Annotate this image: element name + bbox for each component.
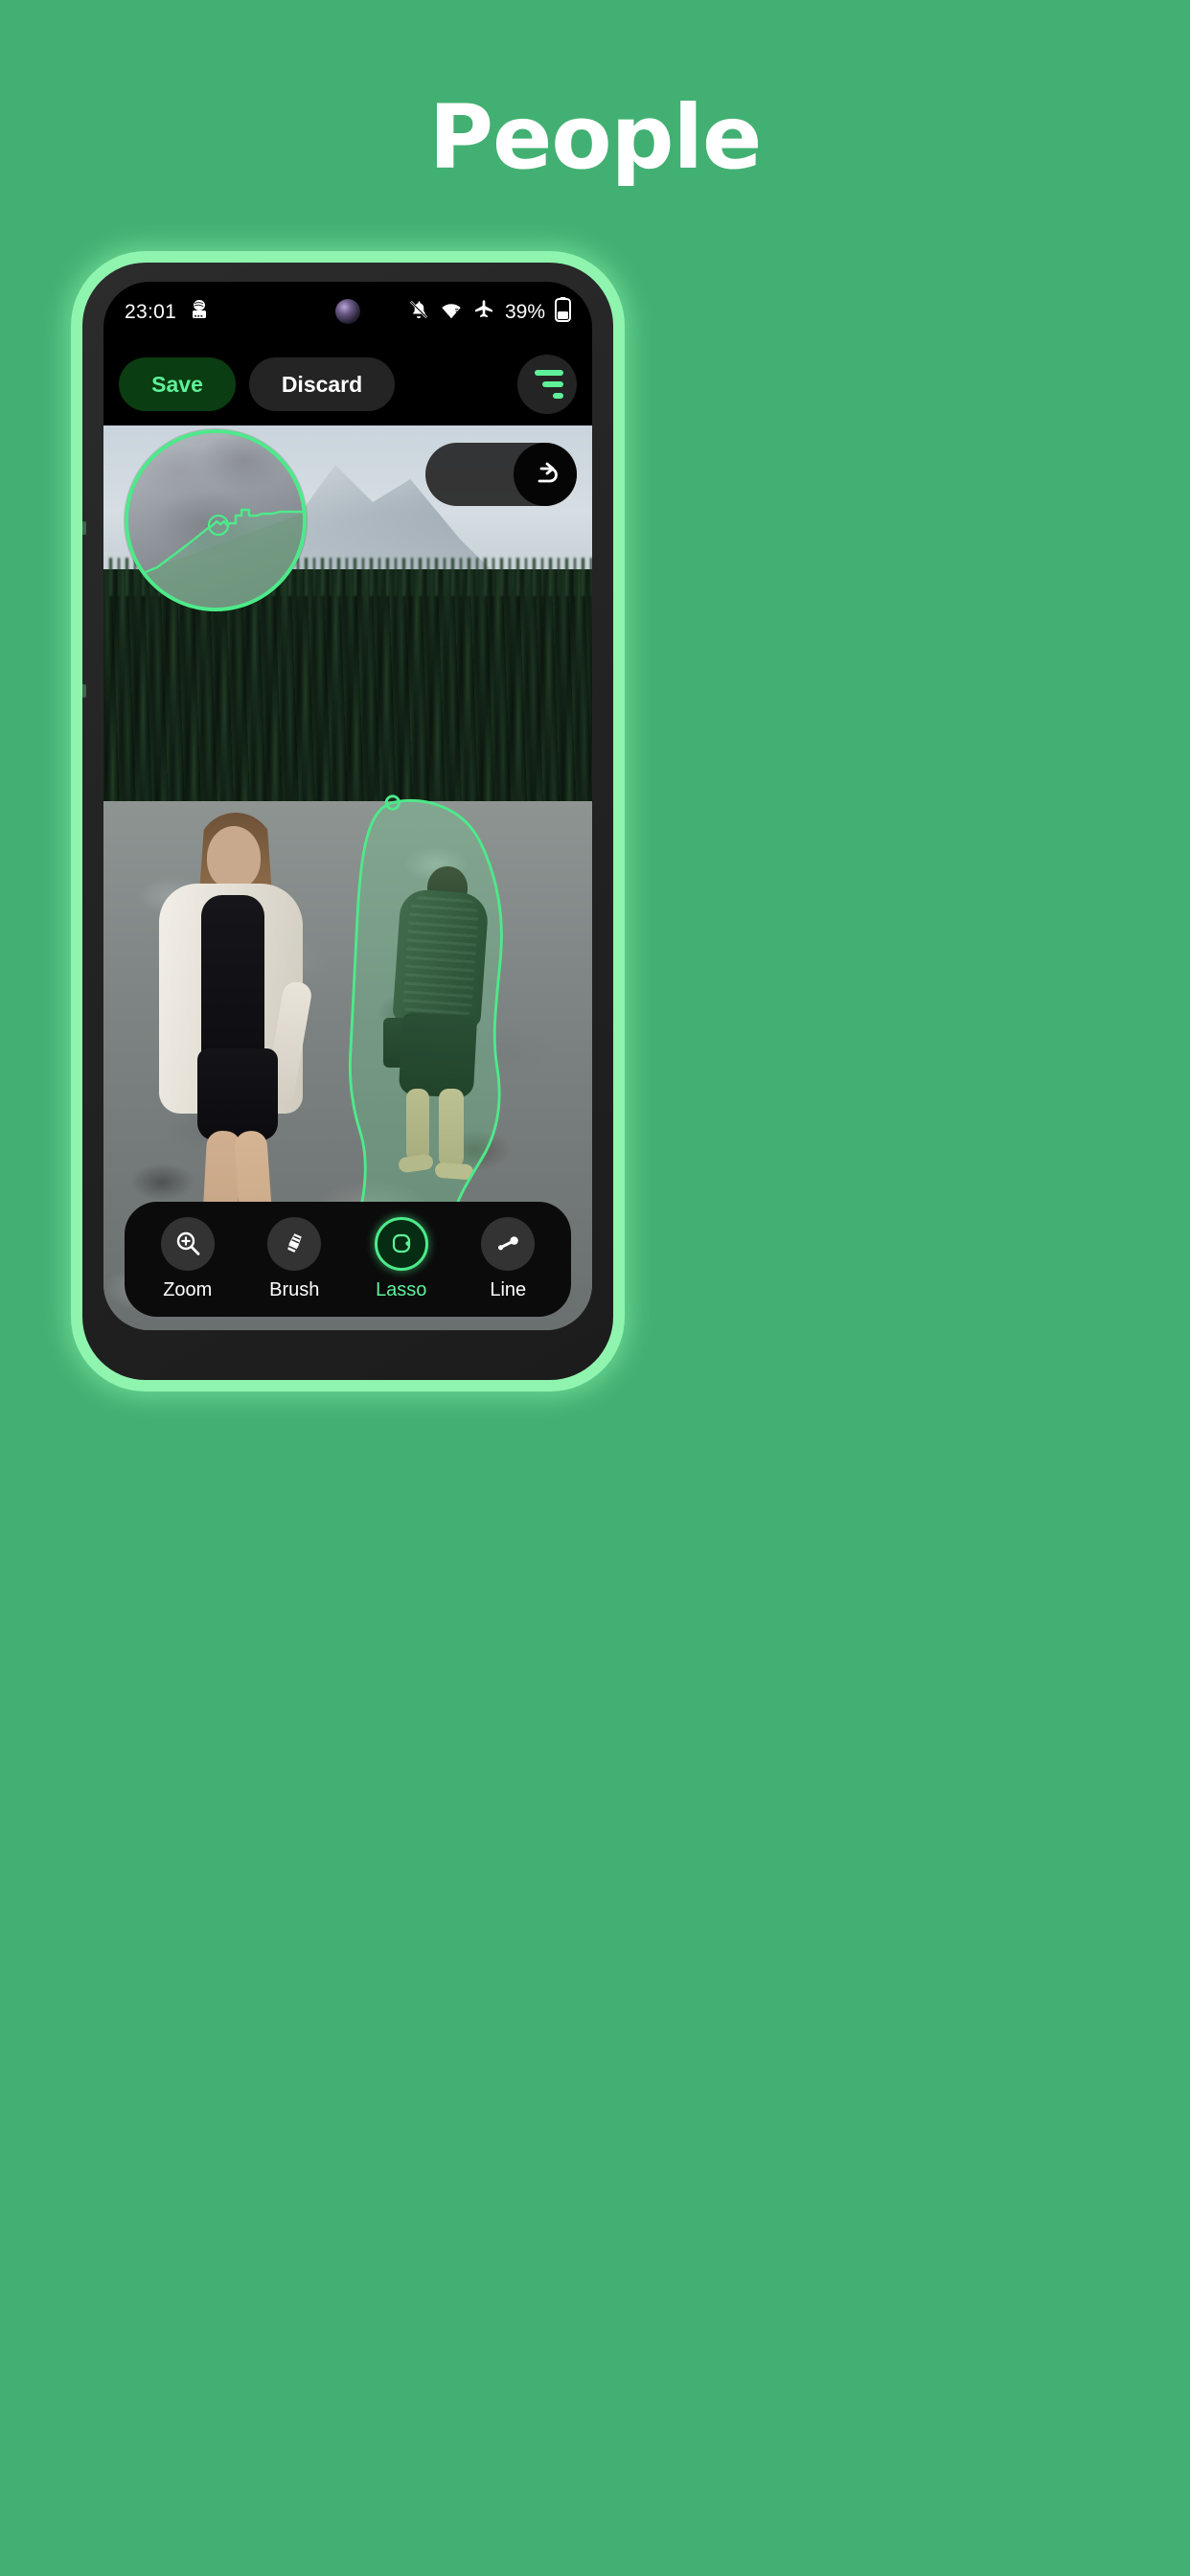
save-button[interactable]: Save [119, 357, 236, 411]
loupe-selection-path [128, 508, 303, 608]
bell-off-icon [407, 298, 430, 327]
brush-icon [267, 1217, 322, 1271]
tool-line[interactable]: Line [465, 1217, 551, 1301]
line-tool-icon [481, 1217, 536, 1271]
history-controls [425, 443, 577, 506]
battery-percent: 39% [504, 301, 545, 323]
tool-lasso-label: Lasso [376, 1279, 427, 1300]
menu-bar-3 [553, 393, 563, 399]
tool-toolbar: Zoom Brush Lasso Line [125, 1202, 571, 1317]
battery-icon [555, 297, 571, 328]
discard-button[interactable]: Discard [249, 357, 395, 411]
volume-button[interactable] [82, 521, 86, 535]
tune-filter-icon[interactable] [517, 355, 577, 414]
tool-brush-label: Brush [269, 1279, 320, 1300]
tool-zoom-label: Zoom [163, 1279, 213, 1300]
tool-lasso[interactable]: Lasso [358, 1217, 445, 1301]
man-foot-right [434, 1162, 474, 1181]
page-title: People [428, 86, 763, 189]
magnifier-plus-icon [160, 1217, 215, 1271]
man-foot-left [398, 1153, 434, 1174]
phone-screen: 23:01 39% Save Discard Zoom Brush Lasso … [103, 282, 592, 1330]
tool-brush[interactable]: Brush [251, 1217, 337, 1301]
power-button[interactable] [82, 684, 86, 698]
airplane-mode-icon [472, 298, 495, 327]
tool-line-label: Line [490, 1279, 527, 1300]
phone-bezel: 23:01 39% Save Discard Zoom Brush Lasso … [82, 263, 613, 1380]
editor-action-bar: Save Discard [103, 343, 592, 426]
lasso-icon [374, 1217, 428, 1271]
menu-bar-2 [542, 381, 563, 387]
phone-frame: 23:01 39% Save Discard Zoom Brush Lasso … [71, 251, 625, 1392]
status-clock: 23:01 [125, 301, 177, 323]
woman-head [207, 826, 261, 889]
man-leg-left [406, 1089, 429, 1162]
android-auto-icon [188, 298, 211, 327]
wifi-icon [440, 299, 463, 326]
status-bar: 23:01 39% [103, 282, 592, 343]
person-man [383, 859, 508, 1181]
photo-canvas[interactable]: Zoom Brush Lasso Line [103, 426, 592, 1330]
front-camera-icon [335, 299, 360, 324]
magnifier-loupe [125, 429, 307, 611]
woman-shorts [197, 1048, 278, 1140]
woman-top [201, 895, 264, 1058]
tool-zoom[interactable]: Zoom [145, 1217, 231, 1301]
man-jacket [392, 887, 490, 1029]
man-leg-right [439, 1089, 464, 1167]
menu-bar-1 [535, 370, 563, 376]
man-shorts [398, 1012, 478, 1098]
redo-arrow-icon[interactable] [514, 443, 577, 506]
